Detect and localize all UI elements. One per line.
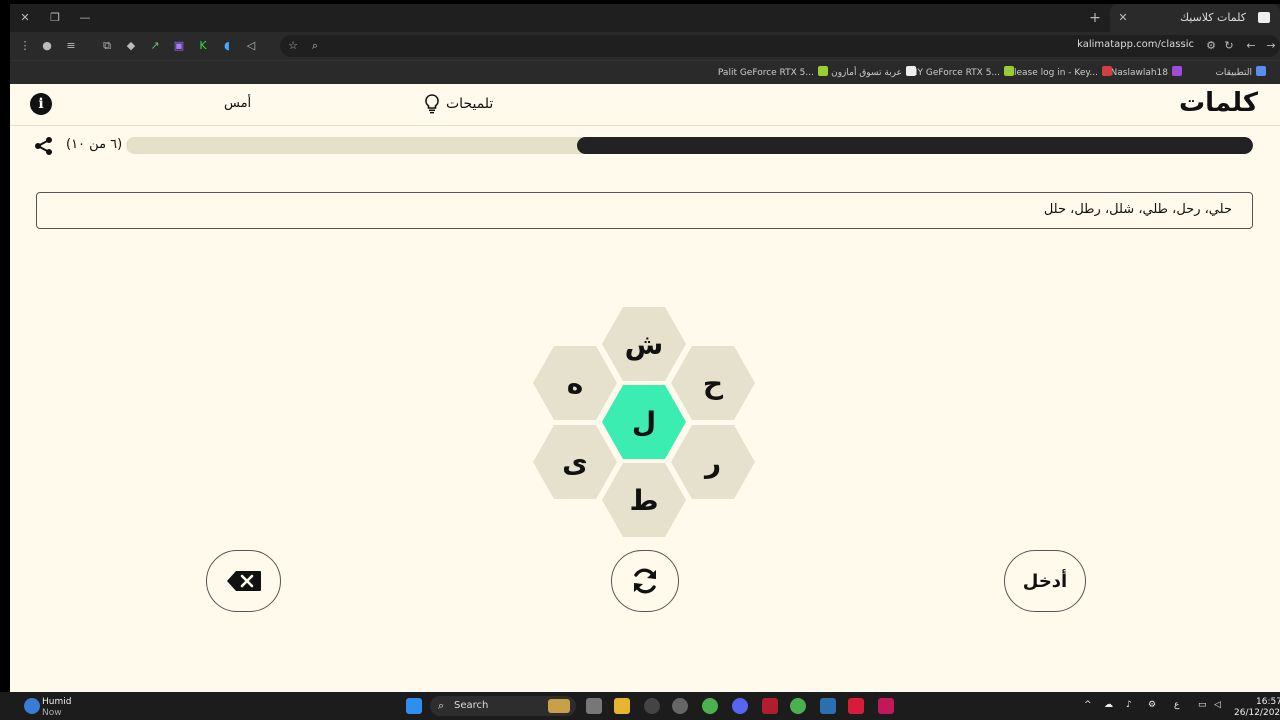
restore-window-icon[interactable]: ❐ bbox=[48, 11, 62, 25]
extensions-icon[interactable]: ⧉ bbox=[100, 39, 114, 53]
search-icon: ⌕ bbox=[438, 699, 445, 712]
tray-chevron-icon[interactable]: ^ bbox=[1084, 700, 1092, 710]
bookmark-star-icon[interactable]: ☆ bbox=[286, 39, 300, 53]
kalimat-page: كلمات تلميحات أمس i (٦ من ١٠) حلي، رحل، … bbox=[10, 84, 1280, 692]
letter-hex-bottom-right[interactable]: ر bbox=[671, 425, 755, 499]
tray-mic-icon[interactable]: ♪ bbox=[1126, 700, 1132, 710]
taskbar-search[interactable]: ⌕ Search bbox=[430, 696, 576, 716]
minimize-window-icon[interactable]: — bbox=[78, 11, 92, 25]
found-words-text: حلي، رحل، طلي، شلل، رطل، حلل bbox=[1043, 202, 1232, 217]
bookmarks-bar: التطبيقات INaslawlah18 Please log in - K… bbox=[10, 60, 1280, 84]
app-v-icon[interactable] bbox=[878, 698, 894, 714]
bookmark-apps[interactable]: التطبيقات bbox=[1215, 66, 1266, 78]
refresh-icon bbox=[634, 568, 656, 594]
hints-label: تلميحات bbox=[446, 96, 494, 112]
browser-tab-active[interactable]: ✕ كلمات كلاسيك bbox=[1110, 4, 1280, 32]
tray-cloud-icon[interactable]: ☁ bbox=[1104, 700, 1113, 710]
new-tab-icon[interactable]: + bbox=[1088, 11, 1102, 25]
task-view-icon[interactable] bbox=[586, 698, 602, 714]
file-explorer-icon[interactable] bbox=[614, 698, 630, 714]
bookmark-favicon-icon bbox=[906, 66, 916, 76]
app-icon[interactable] bbox=[644, 698, 660, 714]
network-icon[interactable]: ▭ bbox=[1198, 700, 1207, 710]
clock-date[interactable]: 26/12/2025 bbox=[1234, 708, 1280, 718]
letter-hex-center[interactable]: ل bbox=[602, 385, 686, 459]
tab-search-icon[interactable]: ≡ bbox=[64, 39, 78, 53]
weather-label: Humid bbox=[42, 697, 72, 707]
info-icon[interactable]: i bbox=[30, 93, 52, 115]
close-tab-icon[interactable]: ✕ bbox=[1116, 11, 1130, 25]
search-label: Search bbox=[454, 700, 489, 711]
site-header: كلمات تلميحات أمس i bbox=[10, 84, 1280, 126]
enter-button[interactable]: أدخل bbox=[1004, 550, 1086, 612]
bookmark-item[interactable]: عربة تسوق أمازون bbox=[831, 66, 916, 78]
app-c-icon[interactable] bbox=[820, 698, 836, 714]
browser-toolbar: ⋮ ● ≡ ⧉ ◆ ↗ ▣ K ◖ ◁ ☆ ⌕ kalimatapp.com/c… bbox=[10, 32, 1280, 60]
extension-purple-icon[interactable]: ▣ bbox=[172, 39, 186, 53]
shuffle-button[interactable] bbox=[611, 550, 679, 612]
chrome-alt-icon[interactable] bbox=[790, 698, 806, 714]
tab-title: كلمات كلاسيك bbox=[1179, 11, 1246, 24]
app-red2-icon[interactable] bbox=[848, 698, 864, 714]
site-logo[interactable]: كلمات bbox=[1179, 88, 1258, 118]
bookmark-item[interactable]: INaslawlah18 bbox=[1108, 66, 1182, 78]
extension-green-icon[interactable]: ↗ bbox=[148, 39, 162, 53]
letter-hex-top-right[interactable]: ح bbox=[671, 346, 755, 420]
weather-icon[interactable] bbox=[24, 698, 40, 714]
close-window-icon[interactable]: ✕ bbox=[18, 11, 32, 25]
windows-taskbar: Humid Now ⌕ Search ^ ☁ ♪ ⚙ ع ▭ ◁ 16:57 2… bbox=[0, 692, 1280, 720]
extension-shield-icon[interactable]: ◆ bbox=[124, 39, 138, 53]
bookmark-item[interactable]: Please log in - Key... bbox=[1009, 66, 1112, 78]
zoom-icon[interactable]: ⌕ bbox=[308, 39, 322, 53]
chrome-icon[interactable] bbox=[702, 698, 718, 714]
app-red-icon[interactable] bbox=[762, 698, 778, 714]
hints-button[interactable]: تلميحات bbox=[424, 94, 493, 114]
delete-button[interactable] bbox=[206, 550, 281, 612]
clock-time[interactable]: 16:57 bbox=[1256, 697, 1280, 707]
backspace-icon bbox=[226, 571, 261, 591]
site-settings-icon[interactable]: ⚙ bbox=[1204, 39, 1218, 53]
browser-tab-bar: ✕ ❐ — + ✕ كلمات كلاسيك bbox=[10, 4, 1280, 32]
tray-security-icon[interactable]: ⚙ bbox=[1148, 700, 1156, 710]
letter-hex-bottom-left[interactable]: ى bbox=[533, 425, 617, 499]
found-words-box[interactable]: حلي، رحل، طلي، شلل، رطل، حلل bbox=[36, 192, 1253, 229]
screen: ✕ ❐ — + ✕ كلمات كلاسيك ⋮ ● ≡ ⧉ ◆ ↗ ▣ K ◖… bbox=[0, 0, 1280, 720]
letter-hex-top[interactable]: ش bbox=[602, 307, 686, 381]
enter-label: أدخل bbox=[1022, 570, 1068, 592]
share-button[interactable] bbox=[34, 136, 54, 156]
letter-hex-top-left[interactable]: ه bbox=[533, 346, 617, 420]
share-icon bbox=[35, 137, 52, 155]
progress-bar bbox=[126, 137, 1253, 154]
back-icon[interactable]: → bbox=[1264, 39, 1278, 53]
bookmark-item[interactable]: PNY GeForce RTX 5... bbox=[905, 66, 1014, 78]
bookmark-favicon-icon bbox=[818, 66, 828, 76]
forward-icon[interactable]: ← bbox=[1244, 39, 1258, 53]
discord-icon[interactable] bbox=[732, 698, 748, 714]
apps-grid-icon bbox=[1256, 66, 1266, 76]
menu-dots-icon[interactable]: ⋮ bbox=[18, 39, 32, 53]
weather-sub: Now bbox=[42, 708, 62, 718]
yesterday-link[interactable]: أمس bbox=[224, 96, 251, 111]
settings-icon[interactable] bbox=[672, 698, 688, 714]
windows-start-icon[interactable] bbox=[406, 698, 422, 714]
bookmark-favicon-icon bbox=[1102, 66, 1112, 76]
mute-tab-icon[interactable]: ◁ bbox=[244, 39, 258, 53]
extension-k-icon[interactable]: K bbox=[196, 39, 210, 53]
bookmark-favicon-icon bbox=[1004, 66, 1014, 76]
progress-bar-fill bbox=[576, 137, 1253, 154]
url-text[interactable]: kalimatapp.com/classic bbox=[1077, 39, 1194, 50]
reload-icon[interactable]: ↻ bbox=[1222, 39, 1236, 53]
search-highlight-icon bbox=[548, 699, 570, 713]
progress-label: (٦ من ١٠) bbox=[66, 137, 123, 152]
extension-audio-icon[interactable]: ◖ bbox=[220, 39, 234, 53]
input-language[interactable]: ع bbox=[1174, 700, 1179, 710]
address-bar[interactable]: ☆ ⌕ kalimatapp.com/classic ⚙ bbox=[280, 35, 1280, 57]
lightbulb-icon bbox=[425, 94, 439, 114]
letter-hex-bottom[interactable]: ط bbox=[602, 463, 686, 537]
bookmark-item[interactable]: Palit GeForce RTX 5... bbox=[718, 66, 828, 78]
site-favicon-icon bbox=[1258, 12, 1270, 23]
volume-icon[interactable]: ◁ bbox=[1214, 700, 1221, 710]
bookmark-favicon-icon bbox=[1172, 66, 1182, 76]
profile-icon[interactable]: ● bbox=[40, 39, 54, 53]
